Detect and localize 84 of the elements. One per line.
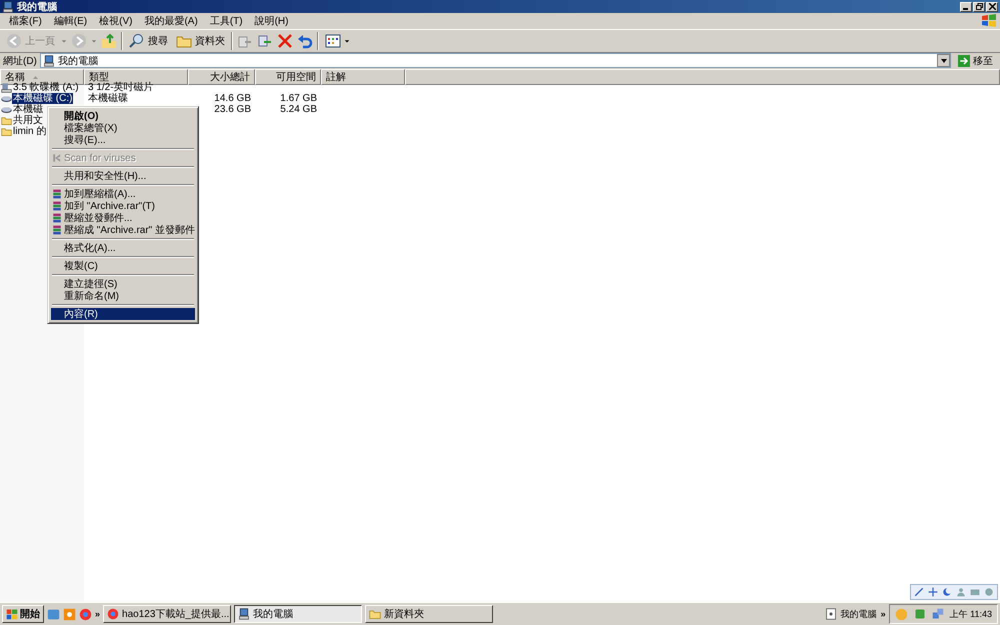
file-name[interactable]: limin 的 (12, 126, 48, 137)
file-name[interactable]: 本機磁碟 (C:) (12, 93, 74, 104)
undo-icon (297, 33, 313, 49)
views-grid-icon (325, 33, 341, 49)
start-button[interactable]: 開始 (2, 605, 44, 623)
taskbar-button[interactable]: 新資料夾 (365, 605, 494, 623)
context-menu-item[interactable]: 複製(C) (51, 260, 195, 272)
context-menu-item[interactable]: 內容(R) (51, 308, 195, 320)
menu-item[interactable]: 編輯(E) (48, 14, 94, 28)
taskbar-button[interactable]: 我的電腦 (234, 605, 362, 623)
folder-up-icon (101, 33, 117, 49)
windows-logo-icon (981, 14, 997, 28)
address-label: 網址(D) (3, 54, 37, 68)
more-chevron[interactable]: » (880, 609, 886, 619)
file-type: 本機磁碟 (87, 93, 129, 104)
person-icon (956, 587, 966, 597)
dropdown-caret-icon (61, 38, 67, 44)
file-name[interactable]: 共用文 (12, 115, 44, 126)
archive-icon (52, 225, 62, 235)
context-menu-item[interactable]: 檔案總管(X) (51, 122, 195, 134)
context-menu-item[interactable]: 開啟(O) (51, 110, 195, 122)
context-menu-item[interactable]: 共用和安全性(H)... (51, 170, 195, 182)
go-arrow-icon (958, 54, 970, 66)
close-icon (988, 3, 996, 10)
dropdown-caret-icon (91, 38, 97, 44)
folders-button[interactable]: 資料夾 (174, 33, 227, 49)
copy-to-icon (257, 33, 273, 49)
context-menu-item[interactable]: 建立捷徑(S) (51, 278, 195, 290)
total-size: 14.6 GB (213, 93, 252, 104)
dropdown-button[interactable] (937, 54, 950, 67)
column-header[interactable]: 註解 (321, 69, 405, 85)
address-field[interactable]: 我的電腦 (40, 53, 951, 68)
crosshair-icon (928, 587, 938, 597)
context-menu-item[interactable]: 格式化(A)... (51, 242, 195, 254)
taskbar-button[interactable]: hao123下載站_提供最... (103, 605, 232, 623)
moon-icon (942, 587, 952, 597)
restore-button[interactable] (973, 2, 985, 12)
scan-icon (52, 153, 62, 163)
total-size: 23.6 GB (213, 104, 252, 115)
free-space: 1.67 GB (279, 93, 318, 104)
folder-icon (1, 126, 12, 137)
floppy-drive-icon (1, 82, 12, 93)
column-header[interactable]: 大小總計 (188, 69, 255, 85)
context-menu-item[interactable]: 加到壓縮檔(A)... (51, 188, 195, 200)
file-name[interactable]: 3.5 軟碟機 (A:) (12, 82, 80, 93)
browser-icon (107, 608, 120, 620)
browser-icon (79, 608, 92, 620)
search-icon (129, 33, 145, 49)
deskband-label: 我的電腦 (840, 608, 877, 620)
menu-item[interactable]: 我的最愛(A) (138, 14, 204, 28)
computer-icon (42, 54, 55, 66)
column-header[interactable]: 可用空間 (255, 69, 321, 85)
menu-item[interactable]: 檔案(F) (3, 14, 48, 28)
close-button[interactable] (986, 2, 998, 12)
archive-icon (52, 201, 62, 211)
archive-icon (52, 213, 62, 223)
dropdown-caret-icon (344, 38, 350, 44)
archive-icon (52, 189, 62, 199)
search-button[interactable]: 搜尋 (127, 33, 170, 49)
caret-icon (940, 58, 946, 62)
context-menu-item[interactable]: 加到 "Archive.rar"(T) (51, 200, 195, 212)
more-chevron[interactable]: » (95, 609, 100, 619)
computer-icon (238, 608, 250, 620)
pen-icon (914, 587, 924, 597)
file-type: 3 1/2-英吋磁片 (87, 82, 155, 93)
file-name[interactable]: 本機磁 (12, 104, 44, 115)
minimize-button[interactable] (960, 2, 972, 12)
free-space: 5.24 GB (279, 104, 318, 115)
menu-item[interactable]: 檢視(V) (93, 14, 138, 28)
context-menu-item[interactable]: 壓縮成 "Archive.rar" 並發郵件 (51, 224, 195, 236)
context-menu-item[interactable]: 壓縮並發郵件... (51, 212, 195, 224)
windows-logo-icon (6, 608, 18, 620)
views-button[interactable] (323, 33, 352, 49)
folder-icon (369, 608, 382, 620)
context-menu-item[interactable]: 搜尋(E)... (51, 134, 195, 146)
clock: 上午 11:43 (950, 608, 992, 620)
folder-icon (1, 115, 12, 126)
menu-item[interactable]: 說明(H) (248, 14, 294, 28)
restore-icon (976, 3, 982, 10)
sort-arrow-icon (33, 76, 38, 78)
delete-icon (277, 33, 293, 49)
context-menu-item[interactable]: 重新命名(M) (51, 290, 195, 302)
menu-item[interactable]: 工具(T) (204, 14, 249, 28)
window-title: 我的電腦 (17, 0, 57, 14)
